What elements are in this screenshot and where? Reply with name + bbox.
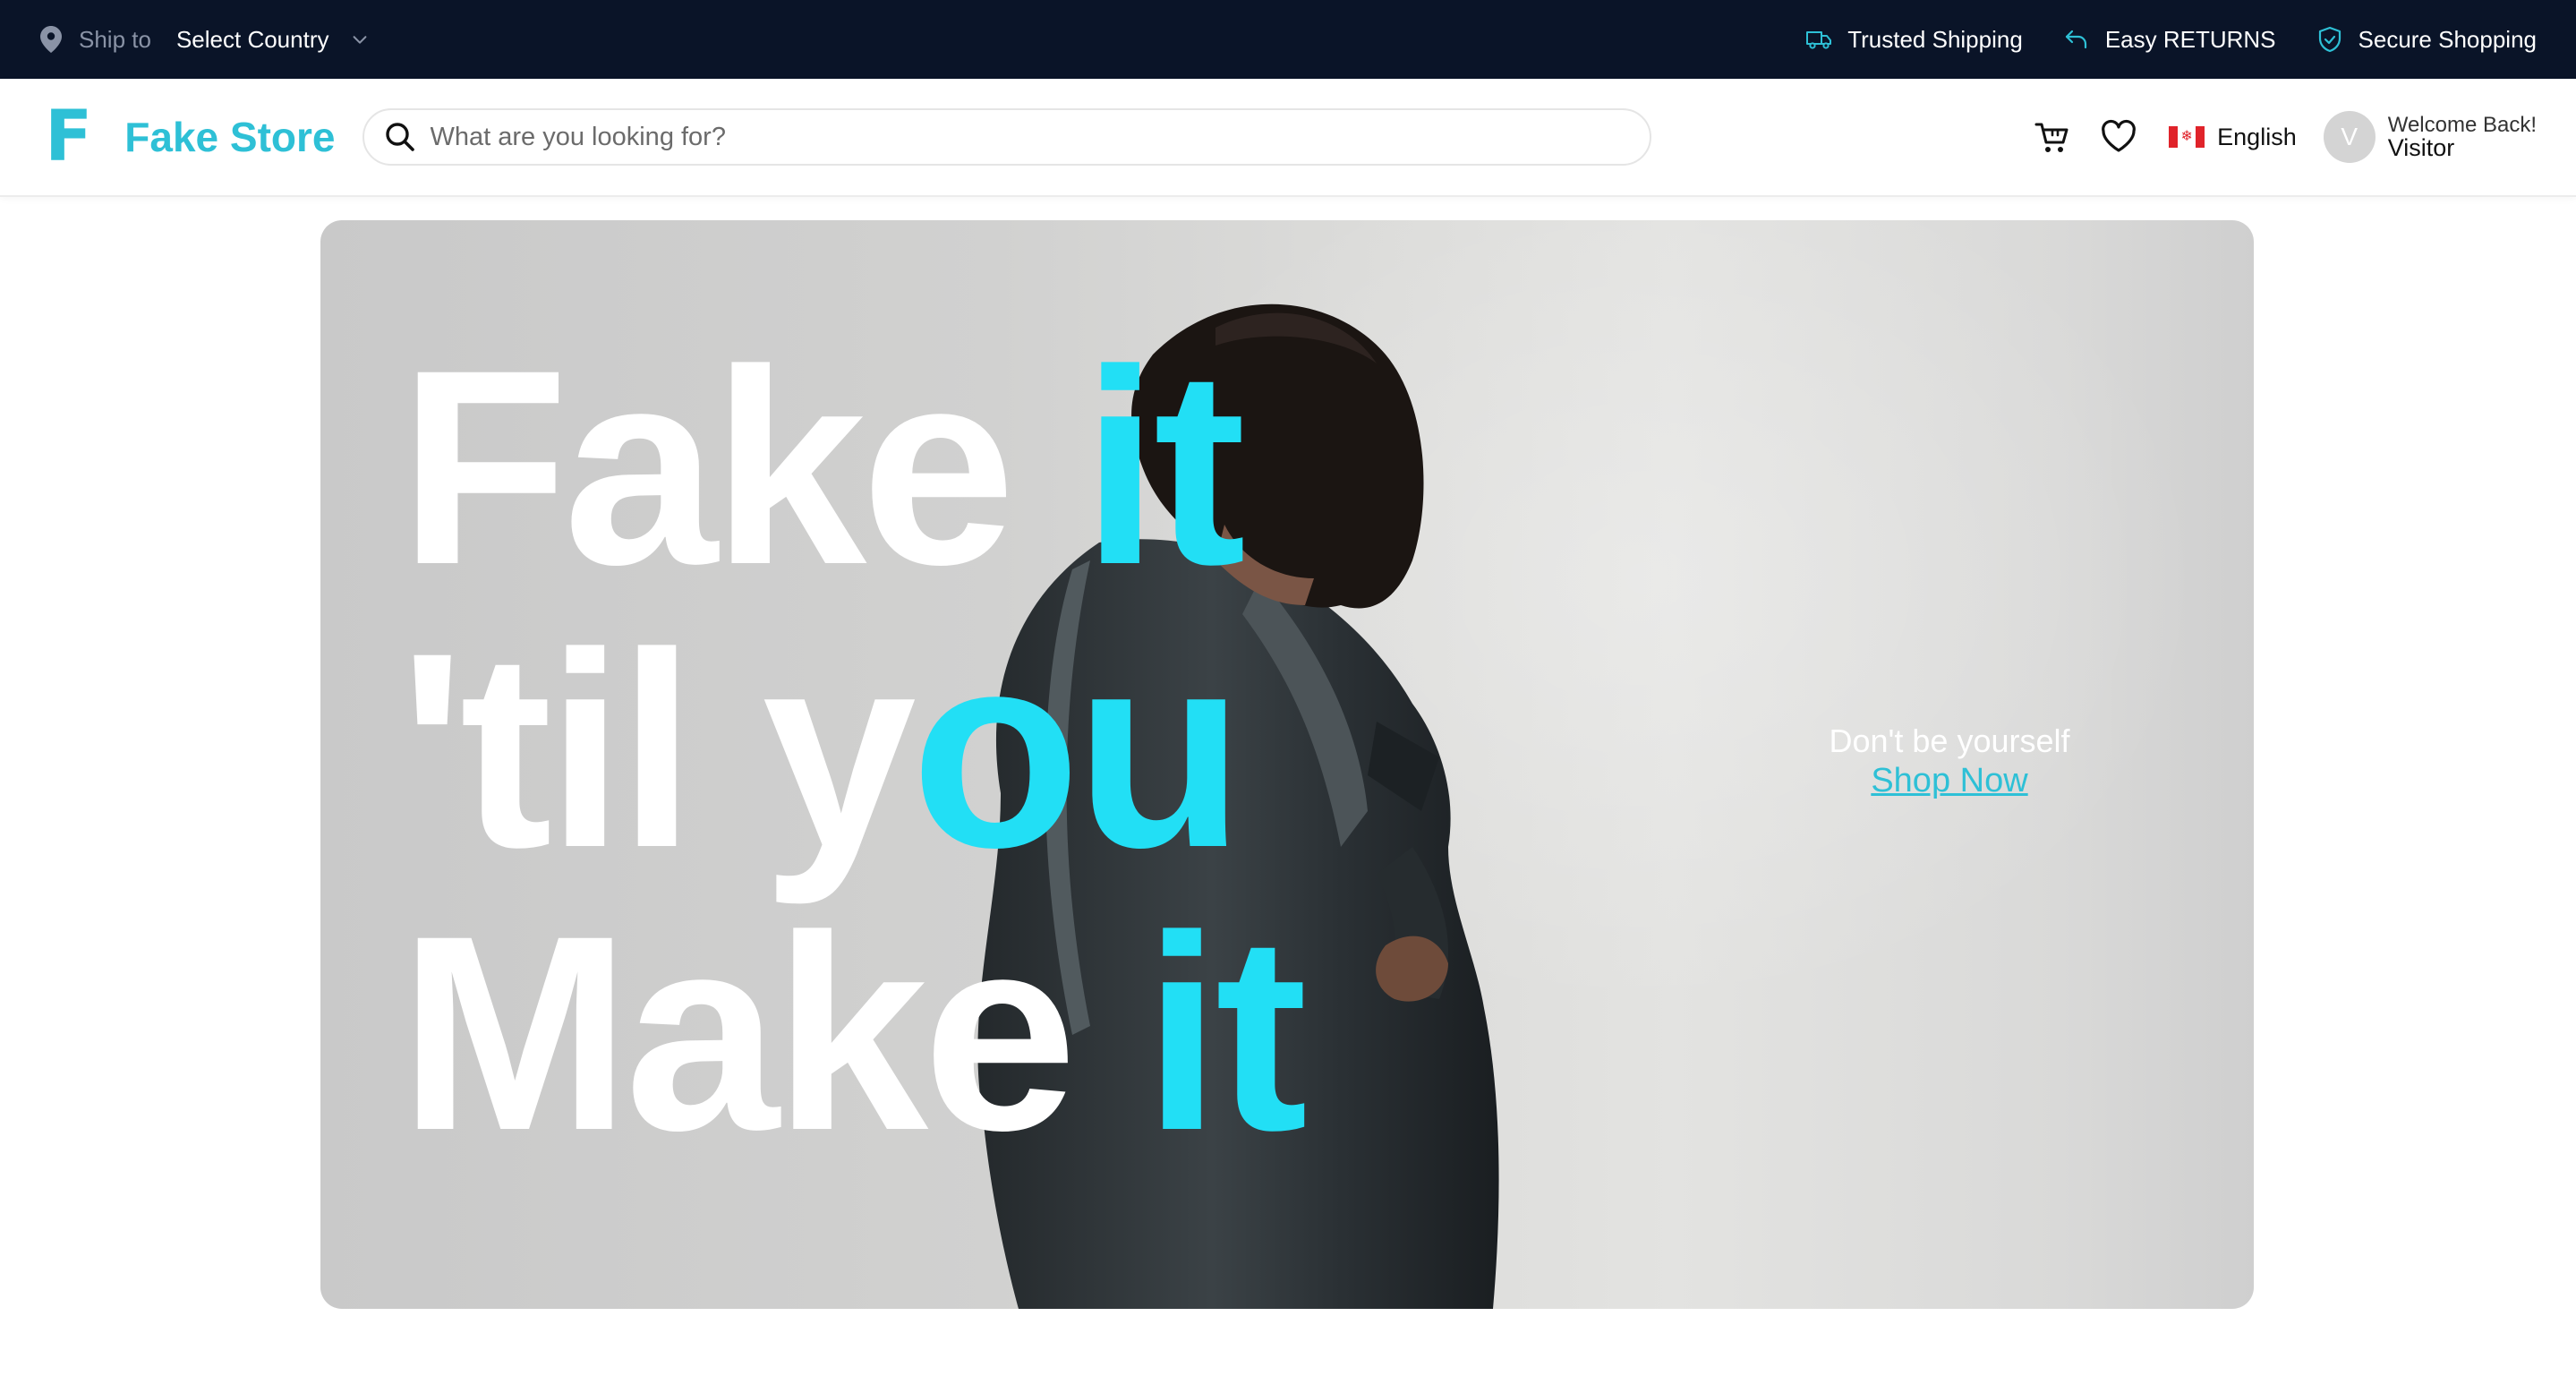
headline-accent: ou <box>910 594 1245 905</box>
header-actions: ❄ English V Welcome Back! Visitor <box>2033 111 2537 163</box>
headline-line: 'til you <box>399 609 1302 892</box>
logo-mark: F <box>45 97 92 177</box>
shop-now-link[interactable]: Shop Now <box>1871 761 2027 800</box>
top-utility-bar: Ship to Select Country Trusted Shipping … <box>0 0 2576 79</box>
perk-label: Easy RETURNS <box>2104 25 2276 53</box>
perk-label: Secure Shopping <box>2358 25 2537 53</box>
return-arrow-icon <box>2065 30 2086 49</box>
canada-flag-icon: ❄ <box>2169 126 2205 148</box>
language-label: English <box>2217 123 2297 150</box>
brand-name: Fake Store <box>124 114 336 160</box>
wishlist-heart-icon[interactable] <box>2099 117 2138 157</box>
shopping-perks: Trusted Shipping Easy RETURNS Secure Sho… <box>1804 25 2537 54</box>
headline-accent: it <box>1143 877 1308 1188</box>
headline-text: 'til y <box>399 594 917 905</box>
welcome-text: Welcome Back! <box>2387 112 2537 137</box>
perk-easy-returns: Easy RETURNS <box>2062 25 2276 54</box>
hero-banner: Fake it 'til you Make it Don't be yourse… <box>320 220 2254 1309</box>
search-input[interactable] <box>430 122 1632 152</box>
user-name: Visitor <box>2387 133 2455 161</box>
cart-icon[interactable] <box>2033 117 2072 157</box>
country-select-value[interactable]: Select Country <box>176 26 329 54</box>
search-bar[interactable] <box>362 108 1651 166</box>
avatar[interactable]: V <box>2323 111 2376 163</box>
hero-cta-block: Don't be yourself Shop Now <box>1770 722 2128 800</box>
perk-trusted-shipping: Trusted Shipping <box>1804 25 2023 54</box>
language-selector[interactable]: ❄ English <box>2169 124 2297 151</box>
truck-icon <box>1806 31 1832 49</box>
store-logo[interactable]: F Fake Store <box>45 102 336 172</box>
headline-line: Make it <box>399 892 1308 1175</box>
shield-check-icon <box>2318 26 2341 53</box>
location-pin-icon <box>40 26 62 53</box>
chevron-down-icon[interactable] <box>350 30 370 49</box>
headline-accent: it <box>1081 312 1246 622</box>
ship-to-selector[interactable]: Ship to Select Country <box>39 26 370 54</box>
ship-to-label: Ship to <box>79 25 151 53</box>
main-header: F Fake Store ❄ English V Welcome Back! V… <box>0 79 2576 197</box>
hero-headline: Fake it 'til you Make it <box>399 326 1308 1175</box>
perk-secure-shopping: Secure Shopping <box>2316 25 2537 54</box>
headline-text: Make <box>399 877 1144 1188</box>
search-icon[interactable] <box>382 119 418 155</box>
perk-label: Trusted Shipping <box>1847 25 2023 53</box>
headline-line: Fake it <box>399 326 1302 609</box>
headline-text: Fake <box>399 312 1082 622</box>
user-greeting[interactable]: Welcome Back! Visitor <box>2387 112 2537 161</box>
hero-tagline: Don't be yourself <box>1829 722 2070 759</box>
